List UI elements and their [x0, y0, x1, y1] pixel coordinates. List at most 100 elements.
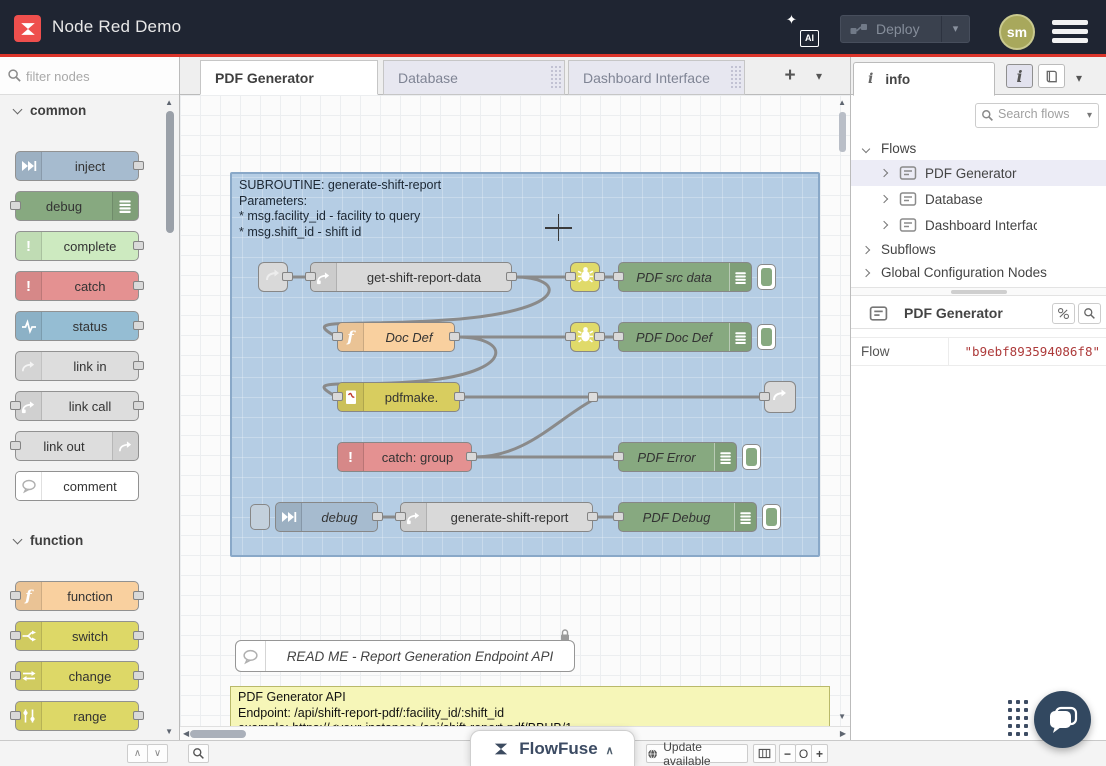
palette-node-catch[interactable]: ! catch [15, 271, 139, 301]
node-link-out[interactable] [764, 381, 796, 413]
palette-node-link-call[interactable]: link call [15, 391, 139, 421]
flow-group[interactable]: SUBROUTINE: generate-shift-report Parame… [230, 172, 820, 557]
search-flows-box[interactable]: ▾ [975, 103, 1099, 128]
debug-toggle-button[interactable] [757, 264, 776, 290]
port-out[interactable] [133, 161, 144, 170]
scroll-left-icon[interactable]: ◀ [183, 729, 189, 738]
flow-list-caret[interactable]: ▾ [816, 69, 822, 83]
flowfuse-banner[interactable]: FlowFuse ∧ [470, 730, 635, 766]
sidebar-help-button[interactable] [1038, 64, 1065, 88]
node-get-shift-report-data[interactable]: get-shift-report-data [310, 262, 512, 292]
palette-node-link-in[interactable]: link in [15, 351, 139, 381]
debug-toggle-button[interactable] [757, 324, 776, 350]
port-in[interactable] [10, 401, 21, 410]
zoom-out-button[interactable]: − [779, 744, 796, 763]
port-out[interactable] [133, 241, 144, 250]
port-out[interactable] [372, 512, 383, 521]
port-in[interactable] [613, 452, 624, 461]
port-out[interactable] [466, 452, 477, 461]
node-pdf-error[interactable]: PDF Error [618, 442, 737, 472]
port-out[interactable] [133, 401, 144, 410]
port-out[interactable] [133, 631, 144, 640]
sidebar-info-button[interactable]: i [1006, 64, 1033, 88]
palette-node-link-out[interactable]: link out [15, 431, 139, 461]
tree-item-pdf-generator[interactable]: PDF Generator [851, 160, 1106, 186]
canvas-search-button[interactable] [188, 744, 209, 763]
port-in[interactable] [332, 332, 343, 341]
debug-toggle-button[interactable] [762, 504, 781, 530]
node-catch-group[interactable]: ! catch: group [337, 442, 472, 472]
port-out[interactable] [449, 332, 460, 341]
port-in[interactable] [10, 711, 21, 720]
navigator-button[interactable] [753, 744, 776, 763]
node-pdf-debug[interactable]: PDF Debug [618, 502, 757, 532]
palette-node-debug[interactable]: debug [15, 191, 139, 221]
canvas-scrollbar-thumb[interactable] [839, 112, 846, 152]
palette-scrollbar-thumb[interactable] [166, 111, 174, 233]
node-pdf-doc-def[interactable]: PDF Doc Def [618, 322, 752, 352]
flow-canvas[interactable]: SUBROUTINE: generate-shift-report Parame… [180, 95, 850, 726]
tab-database[interactable]: Database [383, 60, 565, 95]
node-inject-debug[interactable]: debug [275, 502, 378, 532]
tab-pdf-generator[interactable]: PDF Generator [200, 60, 378, 95]
node-link-in[interactable] [258, 262, 288, 292]
canvas-scroll-down-icon[interactable]: ▼ [838, 712, 846, 721]
port-out[interactable] [133, 321, 144, 330]
inject-button[interactable] [250, 504, 270, 530]
port-in[interactable] [759, 392, 770, 401]
port-out[interactable] [594, 332, 605, 341]
debug-toggle-button[interactable] [742, 444, 761, 470]
canvas-scroll-up-icon[interactable]: ▲ [838, 98, 846, 107]
zoom-in-button[interactable]: + [811, 744, 828, 763]
widget-drag-handle[interactable] [1008, 700, 1030, 740]
palette-category-function[interactable]: function [14, 533, 179, 553]
wire-junction[interactable] [588, 392, 598, 402]
port-out[interactable] [587, 512, 598, 521]
port-out[interactable] [454, 392, 465, 401]
tree-item-subflows[interactable]: Subflows [851, 238, 1106, 261]
palette-node-inject[interactable]: inject [15, 151, 139, 181]
port-in[interactable] [305, 272, 316, 281]
add-flow-button[interactable]: + [778, 65, 802, 89]
port-in[interactable] [10, 671, 21, 680]
api-note-group[interactable]: PDF Generator API Endpoint: /api/shift-r… [230, 686, 830, 726]
update-available-button[interactable]: Update available [646, 744, 748, 763]
palette-node-switch[interactable]: switch [15, 621, 139, 651]
tree-item-dashboard-interface[interactable]: Dashboard Interface [851, 212, 1106, 238]
splitter-handle[interactable] [951, 290, 1007, 294]
palette-scroll-up-icon[interactable]: ▲ [165, 98, 173, 107]
port-in[interactable] [565, 272, 576, 281]
deploy-options-caret[interactable]: ▾ [941, 16, 969, 42]
node-generate-shift-report[interactable]: generate-shift-report [400, 502, 593, 532]
node-comment-readme[interactable]: READ ME - Report Generation Endpoint API [235, 640, 575, 672]
port-in[interactable] [613, 512, 624, 521]
palette-node-range[interactable]: range [15, 701, 139, 731]
palette-node-status[interactable]: status [15, 311, 139, 341]
port-out[interactable] [594, 272, 605, 281]
port-out[interactable] [133, 281, 144, 290]
port-in[interactable] [332, 392, 343, 401]
palette-collapse-all-button[interactable]: ∧ [127, 744, 148, 763]
tree-item-database[interactable]: Database [851, 186, 1106, 212]
deploy-button[interactable]: Deploy ▾ [840, 15, 970, 43]
port-in[interactable] [10, 201, 21, 210]
tree-item-flows[interactable]: Flows [851, 137, 1106, 160]
node-bug-2[interactable] [570, 322, 600, 352]
zoom-reset-button[interactable]: O [795, 744, 812, 763]
node-bug-1[interactable] [570, 262, 600, 292]
port-in[interactable] [565, 332, 576, 341]
port-in[interactable] [613, 272, 624, 281]
palette-node-change[interactable]: change [15, 661, 139, 691]
tree-item-global-config[interactable]: Global Configuration Nodes [851, 261, 1106, 284]
palette-filter-input[interactable] [26, 65, 166, 87]
palette-scroll-down-icon[interactable]: ▼ [165, 727, 173, 736]
port-in[interactable] [10, 591, 21, 600]
port-in[interactable] [10, 631, 21, 640]
user-avatar[interactable]: sm [999, 14, 1035, 50]
palette-node-function[interactable]: f function [15, 581, 139, 611]
port-in[interactable] [395, 512, 406, 521]
port-in[interactable] [613, 332, 624, 341]
port-out[interactable] [133, 671, 144, 680]
node-doc-def[interactable]: f Doc Def [337, 322, 455, 352]
sidebar-splitter[interactable] [851, 287, 1106, 296]
